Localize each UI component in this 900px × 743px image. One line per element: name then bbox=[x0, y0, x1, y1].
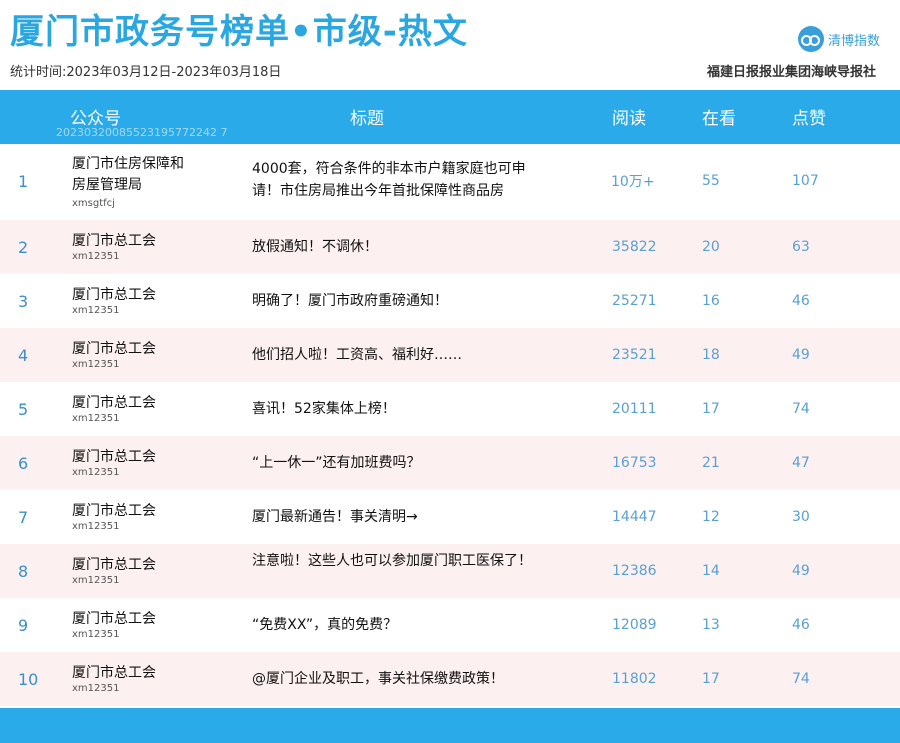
read-count: 25271 bbox=[612, 293, 657, 309]
column-header-title: 标题 bbox=[350, 109, 384, 129]
rank: 8 bbox=[18, 561, 29, 581]
like-count: 63 bbox=[792, 239, 810, 255]
column-header-watching: 在看 bbox=[702, 109, 736, 129]
article-title[interactable]: 厦门最新通告！事关清明→ bbox=[252, 506, 537, 528]
read-count: 20111 bbox=[612, 401, 657, 417]
watermark-id: 20230320085523195772242 7 bbox=[56, 126, 228, 139]
like-count: 49 bbox=[792, 347, 810, 363]
like-count: 46 bbox=[792, 293, 810, 309]
account-id: xm12351 bbox=[72, 305, 120, 316]
account-id: xm12351 bbox=[72, 629, 120, 640]
account-id: xm12351 bbox=[72, 521, 120, 532]
watching-count: 12 bbox=[702, 509, 720, 525]
article-title[interactable]: 明确了！厦门市政府重磅通知！ bbox=[252, 290, 537, 312]
watching-count: 17 bbox=[702, 671, 720, 687]
table-row: 5 厦门市总工会 xm12351 喜讯！52家集体上榜！ 20111 17 74 bbox=[0, 382, 900, 436]
watching-count: 21 bbox=[702, 455, 720, 471]
account-name: 厦门市总工会 bbox=[72, 665, 156, 681]
article-title[interactable]: 他们招人啦！工资高、福利好…… bbox=[252, 344, 537, 366]
table-row: 4 厦门市总工会 xm12351 他们招人啦！工资高、福利好…… 23521 1… bbox=[0, 328, 900, 382]
account-name: 厦门市住房保障和房屋管理局 bbox=[72, 156, 184, 193]
article-title[interactable]: @厦门企业及职工，事关社保缴费政策！ bbox=[252, 668, 537, 690]
read-count: 35822 bbox=[612, 239, 657, 255]
account-id: xm12351 bbox=[72, 575, 120, 586]
read-count: 14447 bbox=[612, 509, 657, 525]
account-name: 厦门市总工会 bbox=[72, 287, 156, 303]
rank: 7 bbox=[18, 507, 29, 527]
table-row: 3 厦门市总工会 xm12351 明确了！厦门市政府重磅通知！ 25271 16… bbox=[0, 274, 900, 328]
watching-count: 13 bbox=[702, 617, 720, 633]
account-name: 厦门市总工会 bbox=[72, 233, 156, 249]
like-count: 46 bbox=[792, 617, 810, 633]
like-count: 107 bbox=[792, 173, 819, 189]
account-name: 厦门市总工会 bbox=[72, 503, 156, 519]
rank: 3 bbox=[18, 291, 29, 311]
article-title[interactable]: 喜讯！52家集体上榜！ bbox=[252, 398, 537, 420]
account-id: xm12351 bbox=[72, 359, 120, 370]
read-count: 12089 bbox=[612, 617, 657, 633]
page-title: 厦门市政务号榜单•市级-热文 bbox=[10, 12, 468, 52]
like-count: 49 bbox=[792, 563, 810, 579]
like-count: 30 bbox=[792, 509, 810, 525]
table-row: 10 厦门市总工会 xm12351 @厦门企业及职工，事关社保缴费政策！ 118… bbox=[0, 652, 900, 706]
logo-text: 清博指数 bbox=[827, 33, 880, 49]
watching-count: 17 bbox=[702, 401, 720, 417]
rank: 9 bbox=[18, 615, 29, 635]
account-id: xmsgtfcj bbox=[72, 198, 115, 209]
logo: 清博指数 bbox=[797, 26, 880, 52]
table-row: 2 厦门市总工会 xm12351 放假通知！不调休！ 35822 20 63 bbox=[0, 220, 900, 274]
watching-count: 16 bbox=[702, 293, 720, 309]
watching-count: 55 bbox=[702, 173, 720, 189]
watching-count: 20 bbox=[702, 239, 720, 255]
read-count: 12386 bbox=[612, 563, 657, 579]
rank: 2 bbox=[18, 237, 29, 257]
watching-count: 14 bbox=[702, 563, 720, 579]
footer-bar bbox=[0, 708, 900, 743]
column-header-reads: 阅读 bbox=[612, 109, 646, 129]
table-row: 9 厦门市总工会 xm12351 “免费XX”，真的免费？ 12089 13 4… bbox=[0, 598, 900, 652]
read-count: 23521 bbox=[612, 347, 657, 363]
table-row: 8 厦门市总工会 xm12351 注意啦！这些人也可以参加厦门职工医保了！ 12… bbox=[0, 544, 900, 598]
publisher-name: 福建日报报业集团海峡导报社 bbox=[706, 65, 876, 80]
article-title[interactable]: “免费XX”，真的免费？ bbox=[252, 614, 537, 636]
account-id: xm12351 bbox=[72, 467, 120, 478]
stat-period: 统计时间:2023年03月12日-2023年03月18日 bbox=[10, 65, 282, 80]
account-name: 厦门市总工会 bbox=[72, 341, 156, 357]
article-title[interactable]: “上一休一”还有加班费吗？ bbox=[252, 452, 537, 474]
like-count: 74 bbox=[792, 401, 810, 417]
like-count: 47 bbox=[792, 455, 810, 471]
rank: 4 bbox=[18, 345, 29, 365]
rank: 1 bbox=[18, 171, 29, 191]
table-header: 公众号 20230320085523195772242 7 标题 阅读 在看 点… bbox=[0, 90, 900, 144]
article-title[interactable]: 注意啦！这些人也可以参加厦门职工医保了！ bbox=[252, 550, 537, 572]
account-name: 厦门市总工会 bbox=[72, 557, 156, 573]
logo-icon bbox=[797, 26, 824, 52]
account-name: 厦门市总工会 bbox=[72, 611, 156, 627]
read-count: 16753 bbox=[612, 455, 657, 471]
watching-count: 18 bbox=[702, 347, 720, 363]
rank: 5 bbox=[18, 399, 29, 419]
rank: 6 bbox=[18, 453, 29, 473]
table-row: 7 厦门市总工会 xm12351 厦门最新通告！事关清明→ 14447 12 3… bbox=[0, 490, 900, 544]
column-header-likes: 点赞 bbox=[792, 109, 826, 129]
account-name: 厦门市总工会 bbox=[72, 395, 156, 411]
account-id: xm12351 bbox=[72, 683, 120, 694]
article-title[interactable]: 放假通知！不调休！ bbox=[252, 236, 537, 258]
article-title[interactable]: 4000套，符合条件的非本市户籍家庭也可申请！市住房局推出今年首批保障性商品房 bbox=[252, 158, 537, 202]
account-id: xm12351 bbox=[72, 251, 120, 262]
read-count: 11802 bbox=[612, 671, 657, 687]
read-count: 10万+ bbox=[611, 174, 655, 190]
rank: 10 bbox=[18, 669, 39, 689]
account-name: 厦门市总工会 bbox=[72, 449, 156, 465]
table-row: 6 厦门市总工会 xm12351 “上一休一”还有加班费吗？ 16753 21 … bbox=[0, 436, 900, 490]
like-count: 74 bbox=[792, 671, 810, 687]
table-row: 1 厦门市住房保障和房屋管理局 xmsgtfcj 4000套，符合条件的非本市户… bbox=[0, 144, 900, 218]
account-id: xm12351 bbox=[72, 413, 120, 424]
